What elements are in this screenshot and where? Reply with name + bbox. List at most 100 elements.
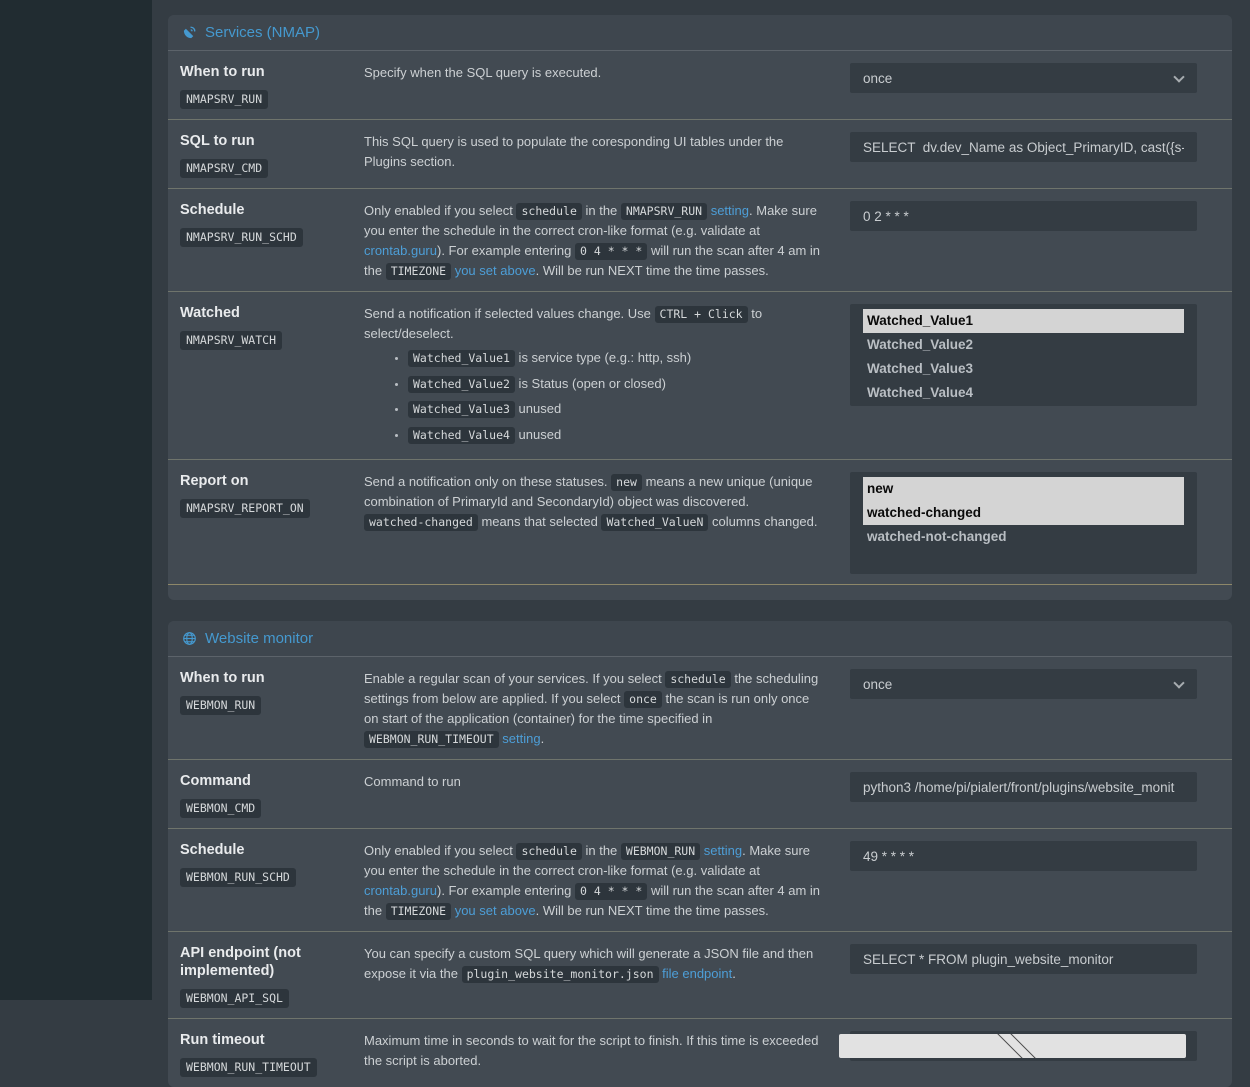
listbox-option-watched-not-changed[interactable]: watched-not-changed <box>863 525 1184 549</box>
setting-row-nmapsrv-cmd: SQL to runNMAPSRV_CMDThis SQL query is u… <box>168 119 1232 188</box>
desc-text: unused <box>515 427 561 442</box>
link-setting[interactable]: setting <box>502 731 540 746</box>
setting-row-webmon-run: When to runWEBMON_RUNEnable a regular sc… <box>168 657 1232 759</box>
bullet-item: Watched_Value1 is service type (e.g.: ht… <box>408 347 826 370</box>
setting-key-chip: WEBMON_RUN_TIMEOUT <box>180 1058 317 1077</box>
setting-control-col: 5 <box>850 1028 1197 1077</box>
inline-code-chip: schedule <box>665 671 730 688</box>
setting-row-webmon-run-timeout: Run timeoutWEBMON_RUN_TIMEOUTMaximum tim… <box>168 1018 1232 1087</box>
desc-text: Only enabled if you select <box>364 843 516 858</box>
description-text: Maximum time in seconds to wait for the … <box>364 1031 826 1071</box>
setting-label: Command <box>180 772 364 790</box>
inline-code-chip: watched-changed <box>364 514 478 531</box>
inline-code-chip: TIMEZONE <box>386 263 451 280</box>
setting-description: Send a notification if selected values c… <box>364 301 826 449</box>
webmon-run-schd-input[interactable]: 49 * * * * <box>850 841 1197 871</box>
setting-description: Command to run <box>364 769 826 818</box>
description-text: This SQL query is used to populate the c… <box>364 132 826 172</box>
setting-name-col: Report onNMAPSRV_REPORT_ON <box>168 469 364 574</box>
inline-code-chip: 0 4 * * * <box>575 883 647 900</box>
inline-code-chip: Watched_ValueN <box>601 514 708 531</box>
link-setting[interactable]: setting <box>704 843 742 858</box>
settings-content: Services (NMAP)When to runNMAPSRV_RUNSpe… <box>152 0 1250 1000</box>
description-text: Specify when the SQL query is executed. <box>364 63 826 83</box>
desc-text: Send a notification only on these status… <box>364 474 611 489</box>
inline-code-chip: schedule <box>516 843 581 860</box>
listbox-option-watched-changed[interactable]: watched-changed <box>863 501 1184 525</box>
setting-label: Watched <box>180 304 364 322</box>
setting-row-nmapsrv-report-on: Report onNMAPSRV_REPORT_ONSend a notific… <box>168 459 1232 584</box>
webmon-run-timeout-number-input[interactable]: 5 <box>850 1031 1197 1061</box>
description-text: Only enabled if you select schedule in t… <box>364 841 826 921</box>
link-crontab-guru[interactable]: crontab.guru <box>364 243 437 258</box>
link-file-endpoint[interactable]: file endpoint <box>662 966 732 981</box>
setting-name-col: SQL to runNMAPSRV_CMD <box>168 129 364 178</box>
description-text: You can specify a custom SQL query which… <box>364 944 826 984</box>
listbox-option-watched-value2[interactable]: Watched_Value2 <box>863 333 1184 357</box>
setting-control-col: 0 2 * * * <box>850 198 1197 281</box>
setting-row-webmon-cmd: Command WEBMON_CMD Command to run python3 /… <box>168 759 1232 828</box>
desc-text: Specify when the SQL query is executed. <box>364 65 601 80</box>
number-spinner[interactable] <box>839 1034 1186 1058</box>
nmapsrv-watch-listbox[interactable]: Watched_Value1Watched_Value2Watched_Valu… <box>850 304 1197 406</box>
listbox-option-watched-value3[interactable]: Watched_Value3 <box>863 357 1184 381</box>
input-value: python3 /home/pi/pialert/front/plugins/w… <box>863 780 1184 795</box>
nmapsrv-report-on-listbox[interactable]: newwatched-changedwatched-not-changed <box>850 472 1197 574</box>
inline-code-chip: schedule <box>516 203 581 220</box>
desc-text: unused <box>515 401 561 416</box>
webmon-run-select[interactable]: once <box>850 669 1197 699</box>
section-header-services-nmap: Services (NMAP) <box>168 15 1232 51</box>
setting-label: When to run <box>180 669 364 687</box>
listbox-option-watched-value1[interactable]: Watched_Value1 <box>863 309 1184 333</box>
setting-name-col: Command WEBMON_CMD <box>168 769 364 818</box>
webmon-cmd-input[interactable]: python3 /home/pi/pialert/front/plugins/w… <box>850 772 1197 802</box>
desc-text: is service type (e.g.: http, ssh) <box>515 350 691 365</box>
setting-control-col: SELECT * FROM plugin_website_monitor <box>850 941 1197 1008</box>
inline-code-chip: WEBMON_RUN <box>621 843 700 860</box>
link-you-set-above[interactable]: you set above <box>455 903 536 918</box>
desc-text: columns changed. <box>708 514 817 529</box>
setting-name-col: ScheduleWEBMON_RUN_SCHD <box>168 838 364 921</box>
inline-code-chip: plugin_website_monitor.json <box>462 966 659 983</box>
inline-code-chip: Watched_Value2 <box>408 376 515 393</box>
link-crontab-guru[interactable]: crontab.guru <box>364 883 437 898</box>
setting-key-chip: WEBMON_CMD <box>180 799 261 818</box>
input-value: SELECT * FROM plugin_website_monitor <box>863 952 1184 967</box>
setting-row-webmon-run-schd: ScheduleWEBMON_RUN_SCHDOnly enabled if y… <box>168 828 1232 931</box>
globe-icon <box>182 631 197 646</box>
desc-text: ). For example entering <box>437 243 575 258</box>
listbox-option-watched-value4[interactable]: Watched_Value4 <box>863 381 1184 405</box>
nmapsrv-run-schd-input[interactable]: 0 2 * * * <box>850 201 1197 231</box>
description-text: Only enabled if you select schedule in t… <box>364 201 826 281</box>
setting-control-col: newwatched-changedwatched-not-changed <box>850 469 1197 574</box>
inline-code-chip: new <box>611 474 642 491</box>
desc-text: . Will be run NEXT time the time passes. <box>536 903 769 918</box>
desc-text: ). For example entering <box>437 883 575 898</box>
setting-control-col: 49 * * * * <box>850 838 1197 921</box>
nmapsrv-cmd-input[interactable]: SELECT dv.dev_Name as Object_PrimaryID, … <box>850 132 1197 162</box>
setting-key-chip: WEBMON_RUN_SCHD <box>180 868 296 887</box>
setting-control-col: SELECT dv.dev_Name as Object_PrimaryID, … <box>850 129 1197 178</box>
settings-card-services-nmap: Services (NMAP)When to runNMAPSRV_RUNSpe… <box>168 15 1232 600</box>
setting-label: API endpoint (not implemented) <box>180 944 364 980</box>
listbox-option-new[interactable]: new <box>863 477 1184 501</box>
webmon-api-sql-input[interactable]: SELECT * FROM plugin_website_monitor <box>850 944 1197 974</box>
desc-text: Maximum time in seconds to wait for the … <box>364 1033 818 1068</box>
bullet-item: Watched_Value2 is Status (open or closed… <box>408 373 826 396</box>
link-you-set-above[interactable]: you set above <box>455 263 536 278</box>
sidebar <box>0 0 152 1000</box>
desc-text: Send a notification if selected values c… <box>364 306 655 321</box>
setting-label: SQL to run <box>180 132 364 150</box>
setting-row-webmon-api-sql: API endpoint (not implemented)WEBMON_API… <box>168 931 1232 1018</box>
setting-label: Report on <box>180 472 364 490</box>
inline-code-chip: WEBMON_RUN_TIMEOUT <box>364 731 499 748</box>
nmapsrv-run-select[interactable]: once <box>850 63 1197 93</box>
inline-code-chip: Watched_Value4 <box>408 427 515 444</box>
setting-row-nmapsrv-watch: WatchedNMAPSRV_WATCHSend a notification … <box>168 291 1232 459</box>
inline-code-chip: once <box>624 691 662 708</box>
setting-description: Maximum time in seconds to wait for the … <box>364 1028 826 1077</box>
desc-text: in the <box>582 843 621 858</box>
setting-name-col: ScheduleNMAPSRV_RUN_SCHD <box>168 198 364 281</box>
link-setting[interactable]: setting <box>711 203 749 218</box>
setting-description: Send a notification only on these status… <box>364 469 826 574</box>
